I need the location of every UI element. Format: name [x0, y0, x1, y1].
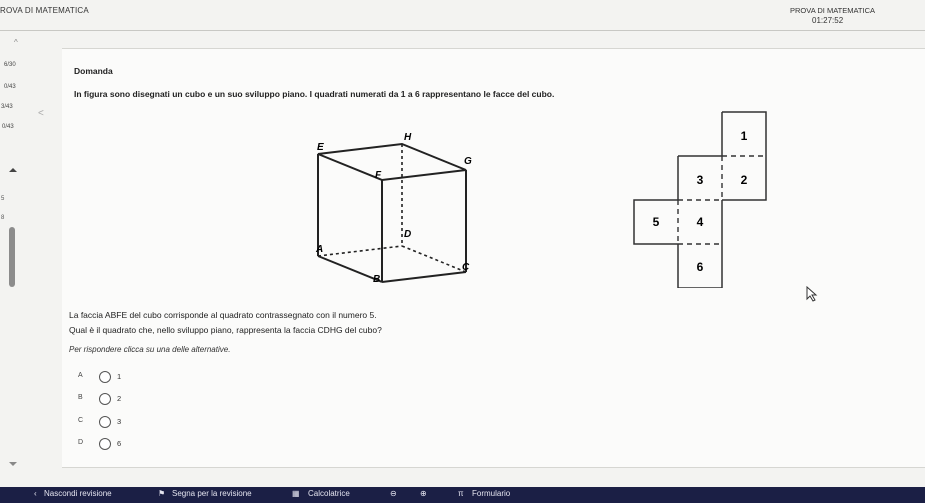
cube-net-figure: 1 3 2 5 4 6 [633, 111, 767, 288]
formulary-button[interactable]: Formulario [472, 489, 510, 498]
question-card [62, 48, 925, 468]
option-value: 2 [117, 394, 122, 403]
vertex-label: G [464, 156, 472, 167]
header-divider [0, 30, 925, 31]
calculator-button[interactable]: Calcolatrice [308, 489, 350, 498]
side-marker: 8 [1, 215, 5, 221]
vertex-label: C [462, 262, 470, 273]
question-heading: Domanda [74, 66, 113, 76]
vertex-label: H [404, 132, 412, 143]
pi-icon[interactable]: π [458, 489, 464, 498]
zoom-in-icon[interactable]: ⊕ [420, 489, 427, 498]
net-face-label: 4 [697, 215, 704, 229]
net-face-label: 5 [653, 215, 660, 229]
radio-button[interactable] [99, 371, 111, 383]
app-title: ROVA DI MATEMATICA [0, 6, 89, 15]
option-letter: C [78, 417, 84, 424]
radio-button[interactable] [99, 416, 111, 428]
hide-review-button[interactable]: Nascondi revisione [44, 489, 112, 498]
question-line-2: Qual è il quadrato che, nello sviluppo p… [69, 325, 382, 335]
option-letter: A [78, 372, 83, 379]
section-score[interactable]: 6/30 [4, 62, 16, 68]
triangle-down-icon[interactable] [9, 462, 17, 466]
vertex-label: A [315, 244, 323, 255]
side-scrollbar[interactable] [9, 227, 15, 287]
countdown-timer: 01:27:52 [812, 16, 844, 25]
calculator-icon[interactable]: ▦ [292, 489, 300, 498]
net-face-label: 1 [741, 129, 748, 143]
option-value: 1 [117, 372, 122, 381]
answer-option-b[interactable]: B 2 [78, 393, 158, 407]
net-face-label: 2 [741, 173, 748, 187]
answer-instruction: Per rispondere clicca su una delle alter… [69, 345, 231, 354]
vertex-label: D [404, 229, 411, 240]
mark-review-button[interactable]: Segna per la revisione [172, 489, 252, 498]
section-score[interactable]: 3/43 [1, 104, 13, 110]
chevron-left-icon[interactable]: ‹ [34, 489, 37, 498]
net-face-label: 3 [697, 173, 704, 187]
vertex-label: B [373, 274, 380, 285]
vertex-label: E [317, 142, 324, 153]
radio-button[interactable] [99, 393, 111, 405]
flag-icon[interactable]: ⚑ [158, 489, 165, 498]
net-face-label: 6 [697, 260, 704, 274]
question-line-1: La faccia ABFE del cubo corrisponde al q… [69, 310, 377, 320]
cube-figure: H E G F D A C B [315, 132, 472, 285]
side-marker: 5 [1, 196, 5, 202]
answer-option-d[interactable]: D 6 [78, 438, 158, 452]
zoom-out-icon[interactable]: ⊖ [390, 489, 397, 498]
option-value: 3 [117, 417, 122, 426]
vertex-label: F [375, 170, 382, 181]
bottom-toolbar: ‹ Nascondi revisione ⚑ Segna per la revi… [0, 487, 925, 503]
answer-option-a[interactable]: A 1 [78, 371, 158, 385]
answer-option-c[interactable]: C 3 [78, 416, 158, 430]
option-letter: D [78, 439, 84, 446]
mouse-cursor-icon [806, 286, 818, 302]
chevron-up-icon[interactable]: ^ [14, 38, 18, 47]
option-value: 6 [117, 439, 122, 448]
question-statement: In figura sono disegnati un cubo e un su… [74, 89, 555, 99]
radio-button[interactable] [99, 438, 111, 450]
chevron-left-icon[interactable]: < [38, 108, 44, 119]
top-bar: ROVA DI MATEMATICA PROVA DI MATEMATICA 0… [0, 0, 925, 30]
test-name: PROVA DI MATEMATICA [790, 6, 876, 15]
triangle-up-icon[interactable] [9, 168, 17, 172]
option-letter: B [78, 394, 83, 401]
section-score[interactable]: 0/43 [2, 124, 14, 130]
section-score[interactable]: 0/43 [4, 84, 16, 90]
